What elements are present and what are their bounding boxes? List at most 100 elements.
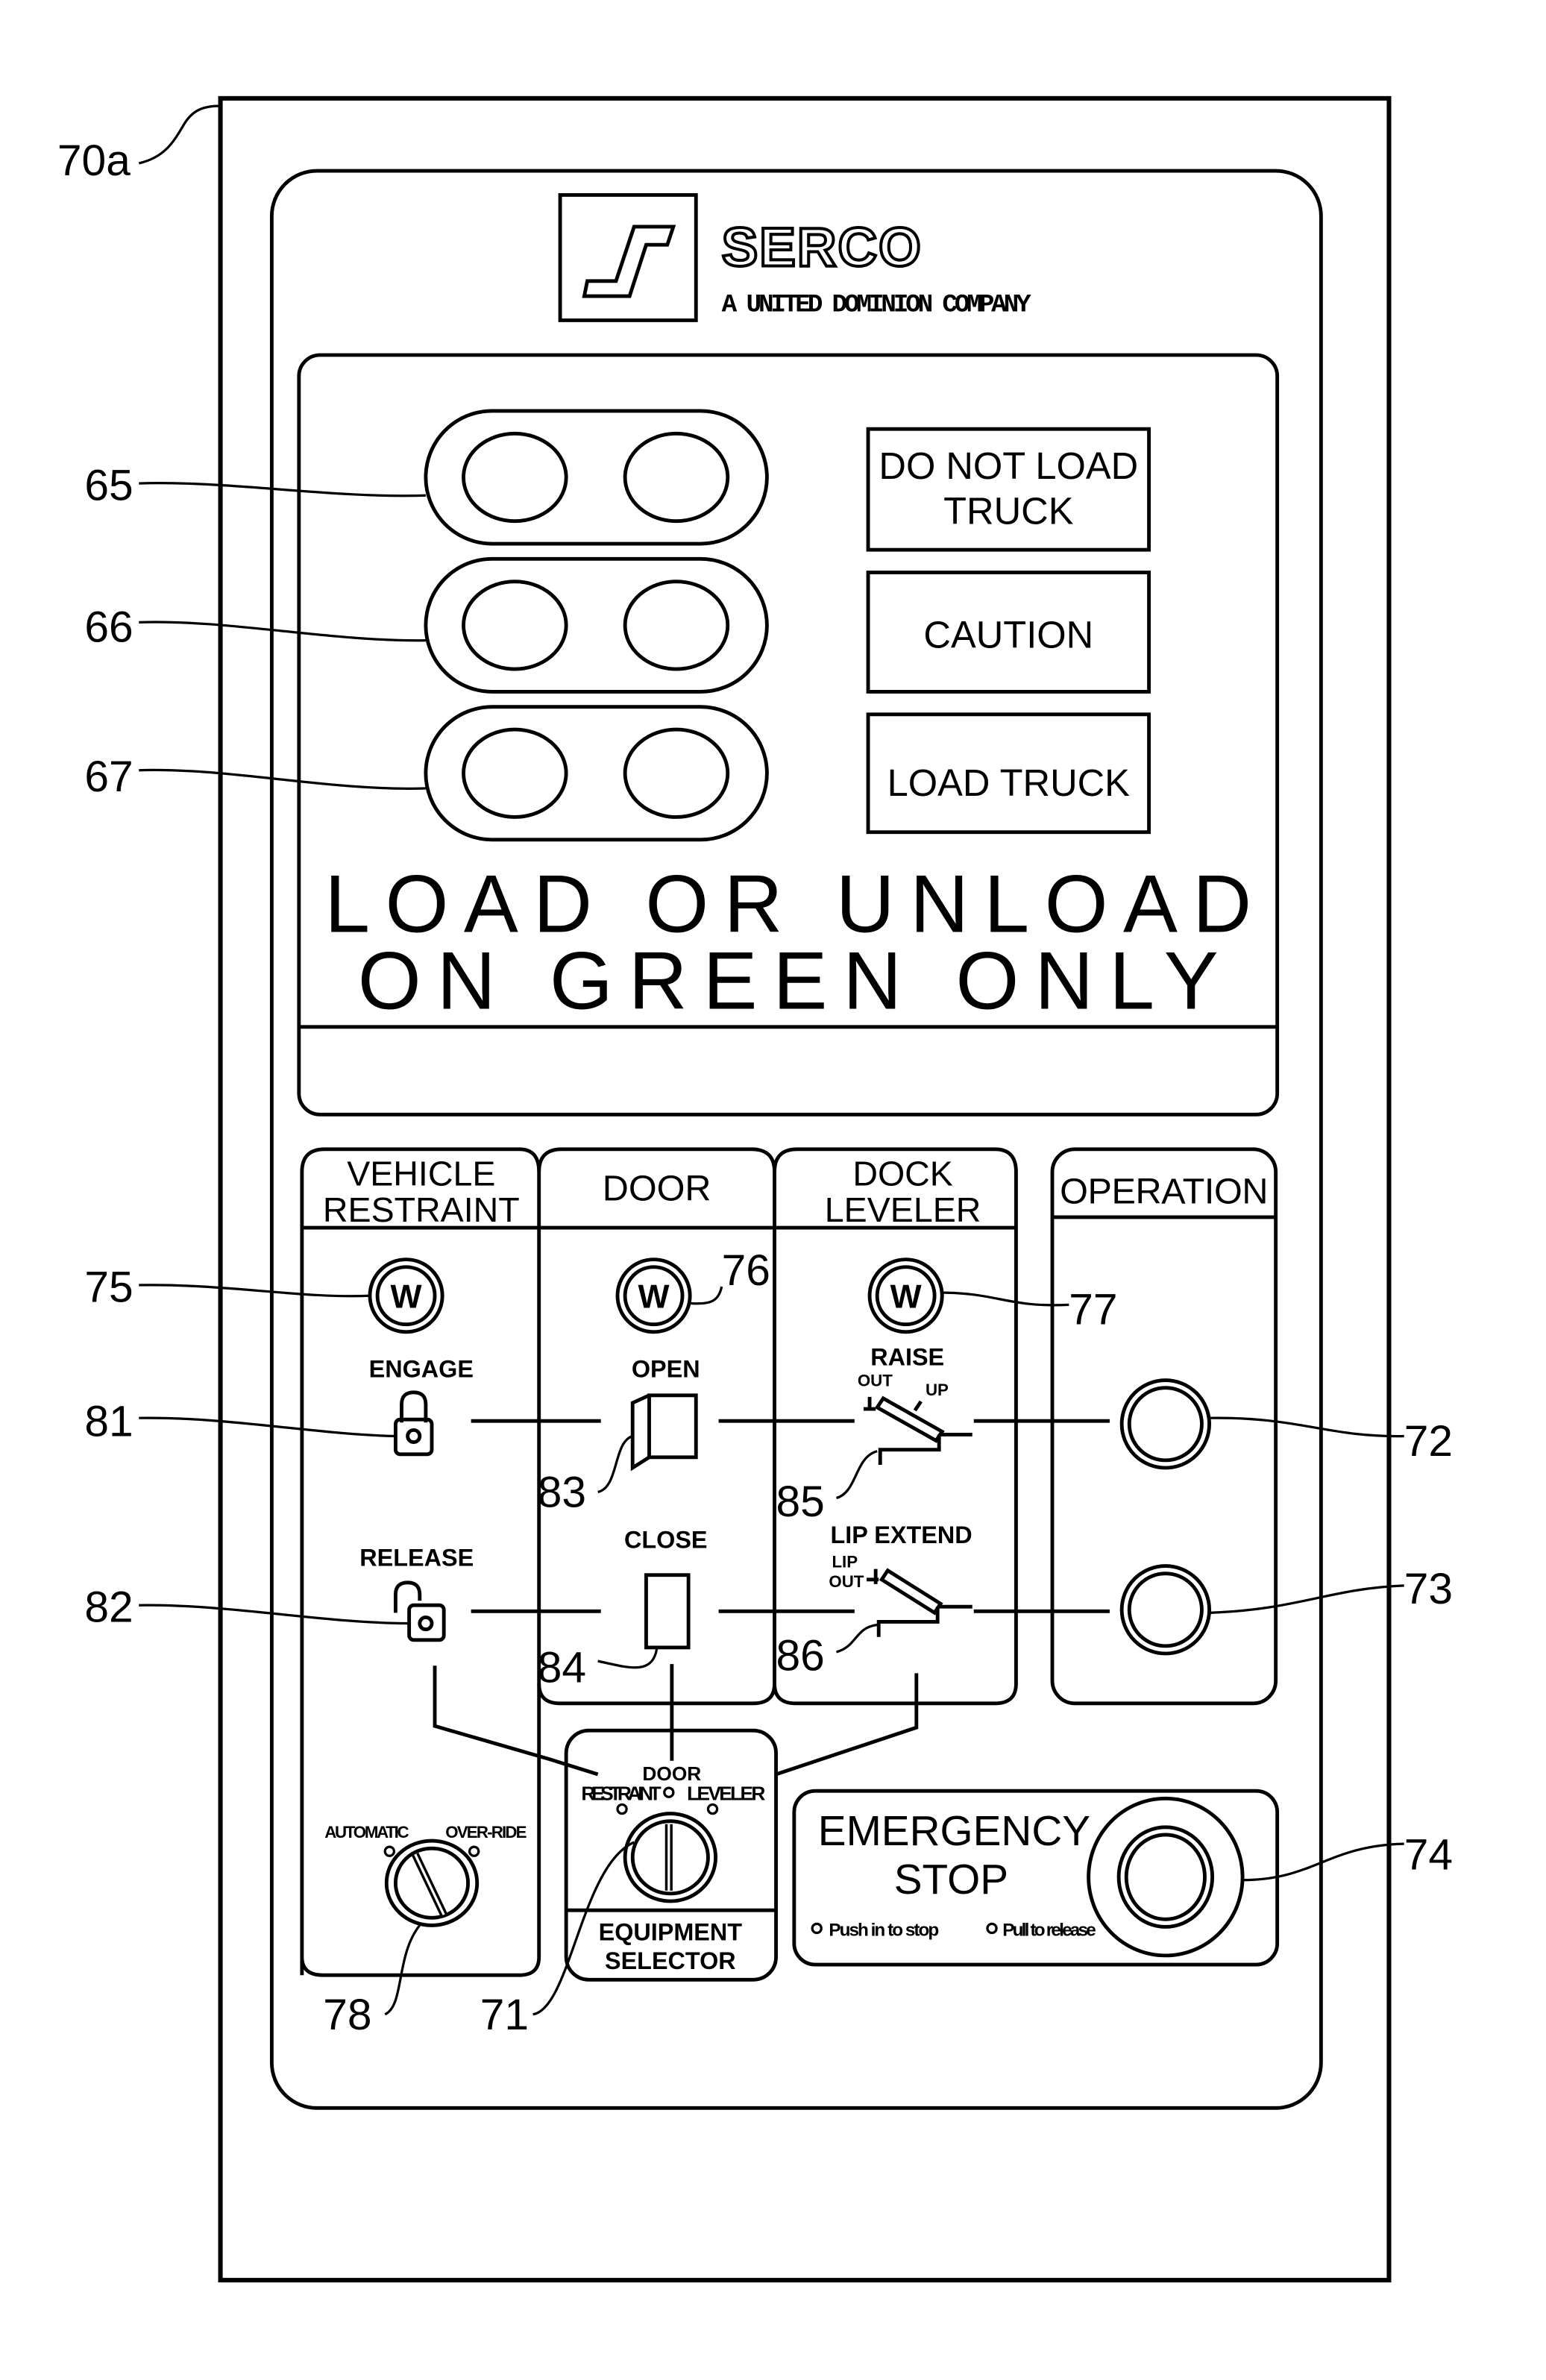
leveler-deck — [874, 1395, 945, 1443]
equipment-selector-knob-71[interactable] — [623, 1812, 718, 1903]
selector-title-line2: SELECTOR — [605, 1947, 736, 1974]
instruction-line2: ON GREEN ONLY — [358, 936, 1219, 1027]
leader-86 — [836, 1623, 878, 1654]
section-frame — [1050, 1147, 1278, 1706]
section-title-line1: VEHICLE — [347, 1154, 495, 1193]
signal-light-housing — [424, 556, 769, 694]
operation-button-73[interactable] — [1119, 1564, 1211, 1656]
logo-box — [558, 192, 698, 322]
selector-pos-restraint: RESTRAINT — [581, 1782, 661, 1804]
button-ring — [1119, 1378, 1211, 1470]
raise-up-label: UP — [926, 1381, 949, 1399]
ref-label-65: 65 — [84, 461, 133, 509]
brand-tagline: A UNITED DOMINION COMPANY — [722, 290, 1031, 319]
ref-label-70a: 70a — [57, 136, 131, 185]
lock-body — [393, 1417, 434, 1457]
ref-label-75: 75 — [84, 1263, 133, 1311]
close-label: CLOSE — [624, 1526, 708, 1553]
leader-74 — [1242, 1842, 1404, 1882]
leveler-pit — [878, 1433, 972, 1465]
engage-button[interactable] — [393, 1390, 434, 1457]
door-panel — [647, 1393, 698, 1460]
lamp-right — [623, 431, 730, 524]
leader-73 — [1209, 1584, 1404, 1614]
release-button[interactable] — [393, 1580, 446, 1642]
section-title-line2: RESTRAINT — [323, 1190, 520, 1229]
leader-75 — [139, 1284, 371, 1298]
release-label: RELEASE — [359, 1545, 474, 1572]
ref-label-86: 86 — [776, 1631, 825, 1680]
door-open-icon — [630, 1393, 650, 1472]
lock-keyhole — [418, 1615, 434, 1632]
mode-dot-override — [468, 1845, 480, 1857]
emergency-title-line1: EMERGENCY — [818, 1808, 1090, 1855]
mode-option-override: OVER-RIDE — [445, 1823, 527, 1841]
button-bezel — [1087, 1796, 1245, 1958]
section-dock-leveler: DOCK LEVELER W 77 RAISE OUT UP 85 LIP EX… — [773, 1147, 1118, 1706]
selector-dot-leveler — [706, 1803, 719, 1815]
raise-label: RAISE — [870, 1343, 944, 1370]
lip-extend-label: LIP EXTEND — [831, 1522, 972, 1548]
hint-dot-pull — [986, 1922, 998, 1935]
lip-lip-label: LIP — [832, 1553, 858, 1572]
signal-light-housing — [424, 409, 769, 546]
door-close-button[interactable] — [644, 1573, 691, 1650]
section-operation: OPERATION 72 73 — [1050, 1147, 1453, 1706]
leader-81 — [139, 1416, 396, 1438]
indicator-letter: W — [391, 1278, 422, 1315]
lamp-left — [462, 727, 568, 819]
mode-dot-automatic — [383, 1845, 395, 1857]
control-panel-figure: 70a SERCO A UNITED DOMINION COMPANY 65 6… — [57, 95, 1453, 2283]
lamp-right — [623, 580, 730, 671]
leader-84 — [597, 1648, 659, 1669]
lip-extend-button[interactable] — [867, 1568, 972, 1637]
door-open-button[interactable] — [630, 1393, 698, 1472]
indicator-light-77: W — [867, 1257, 944, 1334]
hint-pull-to-release: Pull to release — [1002, 1921, 1096, 1941]
emergency-stop-panel: EMERGENCY STOP Push in to stop Pull to r… — [792, 1789, 1453, 1967]
lamp-right — [623, 727, 730, 819]
leader-76 — [690, 1286, 723, 1305]
engage-label: ENGAGE — [369, 1356, 474, 1383]
section-title-line2: LEVELER — [825, 1190, 981, 1229]
mode-selector-knob-78[interactable] — [384, 1839, 480, 1927]
indicator-light-76: W — [615, 1257, 692, 1334]
selector-pos-leveler: LEVELER — [687, 1782, 765, 1804]
signal-light-67: 67 — [84, 705, 769, 842]
section-vehicle-restraint: VEHICLE RESTRAINT W 75 ENGAGE 81 RELEASE… — [84, 1147, 541, 2039]
leader-83 — [597, 1434, 633, 1493]
lamp-left — [462, 580, 568, 671]
signal-light-65: 65 — [84, 409, 769, 546]
lamp-left — [462, 431, 568, 524]
ref-label-81: 81 — [84, 1397, 133, 1445]
ref-label-76: 76 — [722, 1246, 770, 1295]
lock-body — [407, 1603, 446, 1642]
selector-dot-restraint — [616, 1803, 628, 1815]
selector-dot-door — [663, 1786, 675, 1798]
ref-label-84: 84 — [538, 1643, 586, 1692]
signal-light-66: 66 — [84, 556, 769, 694]
leader-78 — [384, 1924, 421, 2016]
hint-dot-push — [811, 1922, 823, 1935]
label-do-not-load-line2: TRUCK — [943, 490, 1074, 533]
equipment-selector: DOOR RESTRAINT LEVELER EQUIPMENT SELECTO… — [480, 1728, 778, 2039]
label-caution: CAUTION — [923, 614, 1093, 656]
wiring-lines — [433, 1419, 1110, 1777]
brand-name: SERCO — [722, 218, 923, 278]
leader-67 — [139, 768, 426, 790]
ref-label-77: 77 — [1069, 1286, 1117, 1334]
signal-light-housing — [424, 705, 769, 842]
indicator-letter: W — [638, 1278, 670, 1315]
open-label: OPEN — [632, 1356, 700, 1383]
raise-button[interactable] — [863, 1395, 972, 1465]
lock-keyhole — [406, 1428, 422, 1445]
emergency-stop-button-74[interactable] — [1087, 1796, 1245, 1958]
lip-out-label: OUT — [829, 1572, 864, 1591]
ref-label-66: 66 — [84, 603, 133, 652]
raise-out-label: OUT — [858, 1372, 893, 1390]
leader-65 — [139, 482, 426, 497]
ref-label-74: 74 — [1404, 1830, 1453, 1879]
button-ring — [1116, 1825, 1215, 1929]
operation-button-72[interactable] — [1119, 1378, 1211, 1470]
brand-block: SERCO A UNITED DOMINION COMPANY — [558, 192, 1031, 322]
